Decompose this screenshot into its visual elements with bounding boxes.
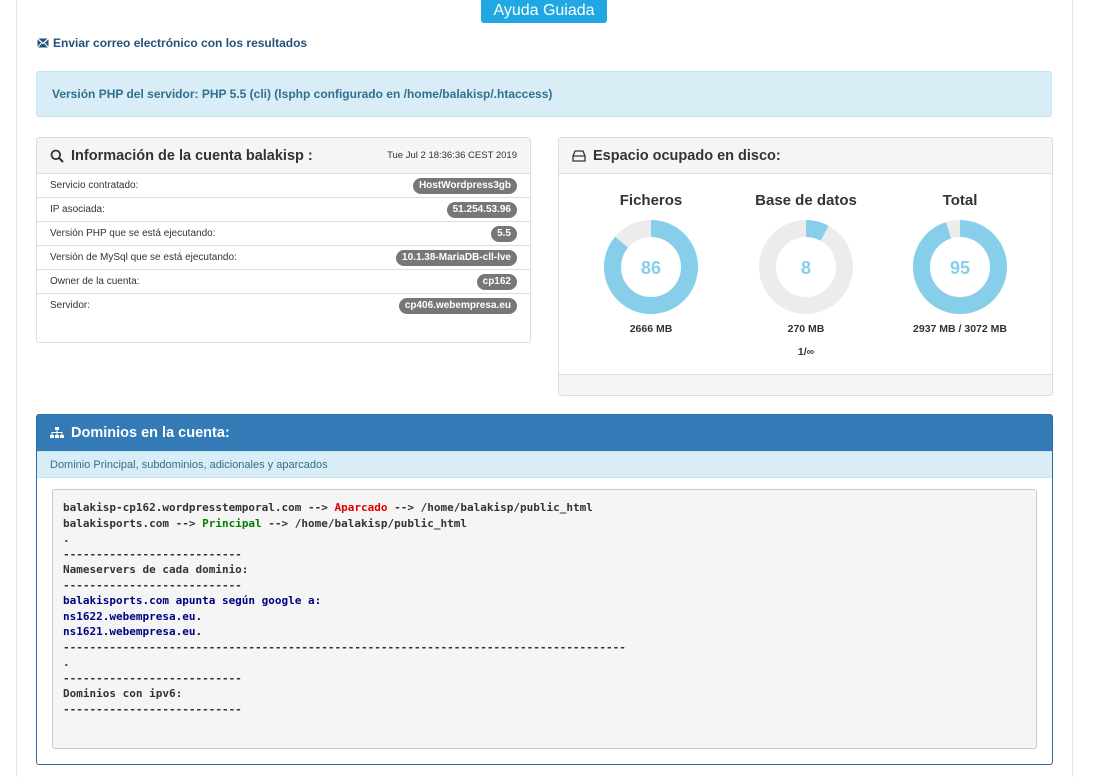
info-row-label: Owner de la cuenta: (50, 276, 140, 287)
domains-panel: Dominios en la cuenta: Dominio Principal… (36, 414, 1053, 765)
domains-line-text: --------------------------- (63, 578, 242, 592)
info-row-badge: cp162 (476, 273, 517, 290)
email-results-link[interactable]: Enviar correo electrónico con los result… (37, 36, 307, 50)
guided-help-button[interactable]: Ayuda Guiada (481, 0, 607, 23)
account-info-panel: Información de la cuenta balakisp : Tue … (36, 137, 531, 343)
info-row-badge: 51.254.53.96 (446, 201, 517, 218)
donut-value: 95 (950, 258, 970, 278)
info-row-label: IP asociada: (50, 204, 105, 215)
account-info-date: Tue Jul 2 18:36:36 CEST 2019 (387, 150, 517, 161)
domains-line-text: --------------------------- (63, 702, 242, 716)
domains-output-line: --------------------------- (63, 578, 1026, 594)
domains-output-line: Nameservers de cada dominio: (63, 562, 1026, 578)
domains-line-text: balakisp-cp162.wordpresstemporal.com --> (63, 501, 335, 514)
left-frame-border (16, 0, 17, 777)
info-row-label: Versión PHP que se está ejecutando: (50, 228, 216, 239)
hard-drive-icon (572, 149, 586, 162)
domains-line-text: ns1622.webempresa.eu. (63, 609, 203, 623)
disk-usage-panel: Espacio ocupado en disco: Ficheros 86 26… (558, 137, 1053, 396)
php-version-alert: Versión PHP del servidor: PHP 5.5 (cli) … (36, 71, 1052, 117)
domains-line-path: --> /home/balakisp/public_html (387, 501, 593, 514)
disk-files-size: 2666 MB (629, 323, 673, 335)
info-row-label: Versión de MySql que se está ejecutando: (50, 252, 237, 263)
right-frame-border (1072, 0, 1073, 777)
disk-files-label: Ficheros (619, 192, 683, 209)
domains-output-line: ----------------------------------------… (63, 640, 1026, 656)
envelope-icon (37, 38, 49, 48)
info-row-label: Servicio contratado: (50, 180, 139, 191)
domains-output-line: Dominios con ipv6: (63, 686, 1026, 702)
info-row-ip: IP asociada: 51.254.53.96 (37, 197, 530, 221)
info-row-php-version: Versión PHP que se está ejecutando: 5.5 (37, 221, 530, 245)
domains-output-line: balakisports.com --> Principal --> /home… (63, 516, 1026, 532)
info-row-server: Servidor: cp406.webempresa.eu (37, 293, 530, 317)
domains-line-text: Nameservers de cada dominio: (63, 563, 249, 576)
disk-total-label: Total (942, 192, 978, 209)
domains-line-text: Dominios con ipv6: (63, 687, 183, 700)
domains-output-line: --------------------------- (63, 702, 1026, 718)
account-info-header: Información de la cuenta balakisp : Tue … (37, 138, 530, 174)
domains-line-text: . (63, 532, 70, 545)
domains-line-text: . (63, 656, 70, 669)
info-row-owner: Owner de la cuenta: cp162 (37, 269, 530, 293)
info-row-badge: HostWordpress3gb (412, 177, 517, 194)
domains-output-line: ns1621.webempresa.eu. (63, 624, 1026, 640)
info-row-badge: 5.5 (491, 225, 517, 242)
info-row-mysql-version: Versión de MySql que se está ejecutando:… (37, 245, 530, 269)
donut-value: 86 (641, 258, 661, 278)
disk-files-donut: 86 (604, 220, 698, 314)
info-row-service: Servicio contratado: HostWordpress3gb (37, 174, 530, 197)
domain-type-tag: Principal (202, 516, 262, 530)
disk-database-size: 270 MB (787, 323, 825, 335)
domains-header: Dominios en la cuenta: (37, 415, 1052, 451)
account-info-title: Información de la cuenta balakisp : (50, 148, 313, 164)
disk-total-donut: 95 (913, 220, 1007, 314)
search-icon (50, 149, 64, 163)
domains-output-line: --------------------------- (63, 547, 1026, 563)
disk-usage-title-text: Espacio ocupado en disco: (593, 147, 781, 164)
sitemap-icon (50, 427, 64, 438)
domain-type-tag: Aparcado (334, 501, 388, 514)
donut-value: 8 (801, 258, 811, 278)
info-row-badge: 10.1.38-MariaDB-cll-lve (396, 249, 517, 266)
domains-output-line: ns1622.webempresa.eu. (63, 609, 1026, 625)
domains-line-text: balakisports.com apunta según google a: (63, 594, 322, 607)
info-row-label: Servidor: (50, 300, 91, 311)
disk-database-count: 1/∞ (797, 346, 815, 358)
disk-total-column: Total 95 2937 MB / 3072 MB (900, 192, 1020, 335)
domains-output-line: --------------------------- (63, 671, 1026, 687)
disk-database-label: Base de datos (755, 192, 857, 209)
disk-usage-title: Espacio ocupado en disco: (572, 148, 781, 164)
disk-total-size: 2937 MB / 3072 MB (913, 323, 1007, 335)
domains-line-text: ns1621.webempresa.eu. (63, 625, 203, 638)
domains-line-path: --> /home/balakisp/public_html (261, 516, 467, 530)
domains-line-text: ----------------------------------------… (63, 640, 626, 654)
email-results-label: Enviar correo electrónico con los result… (53, 36, 308, 50)
domains-line-text: --------------------------- (63, 671, 242, 685)
disk-files-column: Ficheros 86 2666 MB (591, 192, 711, 335)
account-info-title-text: Información de la cuenta balakisp : (71, 147, 313, 164)
domains-output-line: balakisports.com apunta según google a: (63, 593, 1026, 609)
domains-output: balakisp-cp162.wordpresstemporal.com -->… (52, 489, 1037, 749)
domains-title: Dominios en la cuenta: (71, 425, 230, 441)
domains-output-line: balakisp-cp162.wordpresstemporal.com -->… (63, 500, 1026, 516)
account-info-list: Servicio contratado: HostWordpress3gb IP… (37, 174, 530, 317)
disk-usage-header: Espacio ocupado en disco: (559, 138, 1052, 174)
domains-line-text: balakisports.com --> (63, 516, 203, 530)
domains-line-text: --------------------------- (63, 547, 242, 561)
disk-database-column: Base de datos 8 270 MB 1/∞ (746, 192, 866, 358)
domains-output-line: . (63, 655, 1026, 671)
info-row-badge: cp406.webempresa.eu (398, 297, 517, 314)
domains-subtitle: Dominio Principal, subdominios, adiciona… (37, 451, 1052, 478)
disk-database-donut: 8 (759, 220, 853, 314)
domains-output-line: . (63, 531, 1026, 547)
disk-usage-footer (559, 374, 1052, 395)
